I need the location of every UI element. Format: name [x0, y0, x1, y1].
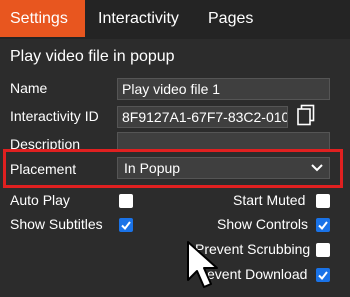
description-input[interactable] — [117, 132, 330, 150]
tab-bar: Settings Interactivity Pages — [0, 0, 350, 39]
tab-interactivity[interactable]: Interactivity — [98, 0, 179, 37]
placement-value: In Popup — [124, 160, 181, 176]
start-muted-checkbox[interactable] — [316, 194, 330, 208]
settings-panel: Settings Interactivity Pages Play video … — [0, 0, 350, 297]
show-controls-label: Show Controls — [217, 216, 309, 232]
checkmark-icon — [318, 271, 328, 281]
show-controls-checkbox[interactable] — [316, 218, 330, 232]
tab-pages[interactable]: Pages — [208, 0, 253, 37]
show-subtitles-label: Show Subtitles — [10, 216, 103, 232]
prevent-scrubbing-checkbox[interactable] — [316, 243, 330, 257]
placement-select[interactable]: In Popup — [117, 157, 330, 179]
prevent-download-checkbox[interactable] — [316, 268, 330, 282]
placement-label: Placement — [10, 161, 77, 177]
auto-play-checkbox[interactable] — [119, 194, 133, 208]
name-input[interactable]: Play video file 1 — [117, 78, 330, 100]
auto-play-label: Auto Play — [10, 192, 70, 208]
section-title: Play video file in popup — [10, 48, 175, 65]
copy-icon[interactable] — [297, 104, 315, 126]
start-muted-label: Start Muted — [233, 192, 306, 208]
checkmark-icon — [121, 221, 131, 231]
name-label: Name — [10, 80, 48, 96]
show-subtitles-checkbox[interactable] — [119, 218, 133, 232]
tab-settings[interactable]: Settings — [0, 0, 85, 37]
mouse-cursor-icon — [187, 241, 218, 288]
interactivity-id-label: Interactivity ID — [10, 108, 99, 124]
chevron-down-icon — [311, 164, 323, 172]
interactivity-id-input[interactable]: 8F9127A1-67F7-83C2-010 — [117, 106, 288, 128]
checkmark-icon — [318, 221, 328, 231]
